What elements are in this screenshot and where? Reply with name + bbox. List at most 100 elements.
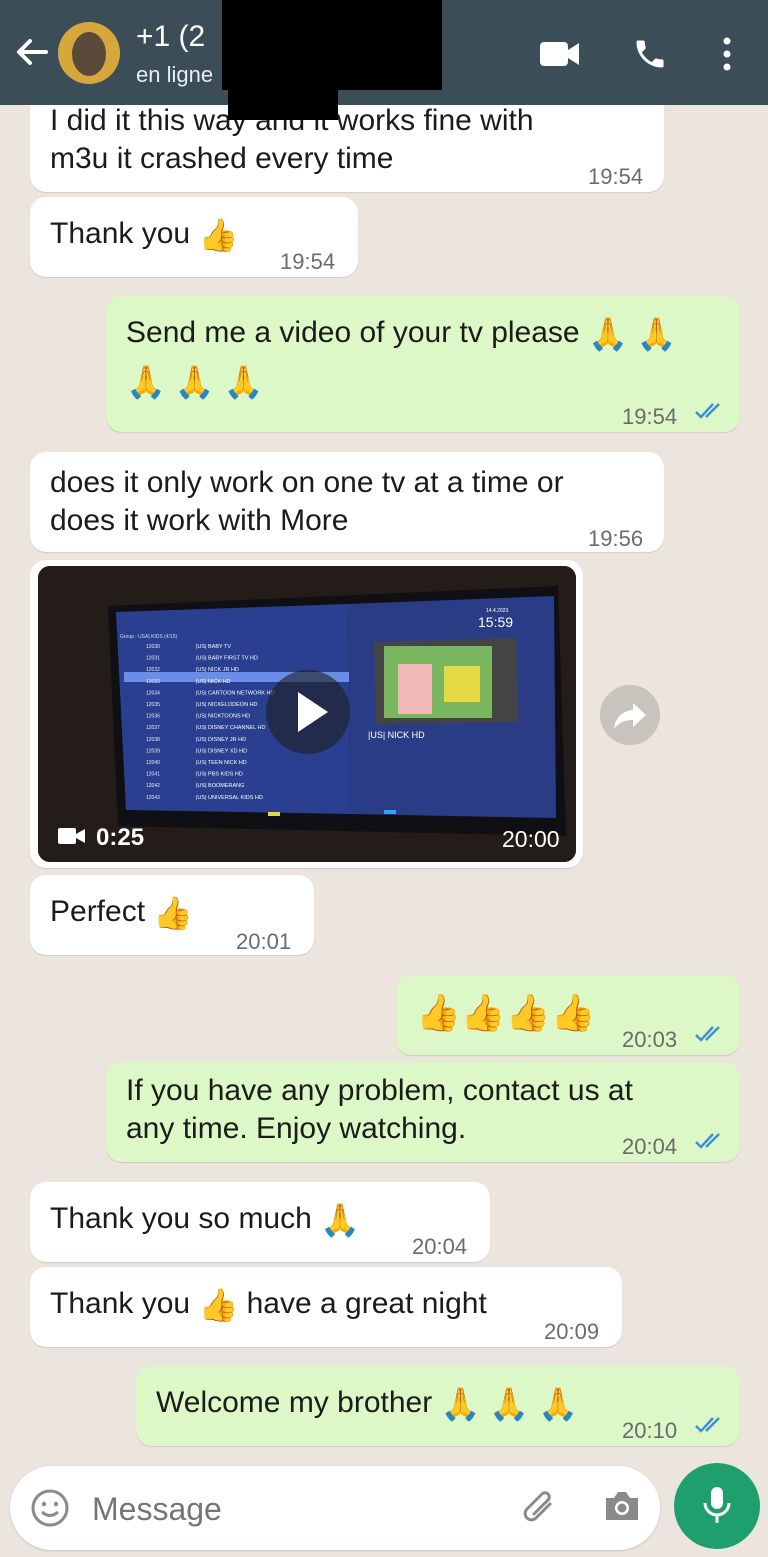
tv-channel-number: 12032 [146, 667, 160, 673]
tv-channel-number: 12039 [146, 748, 160, 754]
more-options-icon[interactable] [720, 36, 734, 77]
voice-call-icon[interactable] [632, 36, 668, 77]
tv-channel-name: |US| BOOMERANG [196, 783, 244, 789]
folded-hands-emoji: 🙏 🙏 [587, 316, 677, 353]
tv-channel-number: 12035 [146, 702, 160, 708]
message-composer [10, 1466, 660, 1550]
tv-channel-name: |US| NICKTOONS HD [196, 714, 250, 720]
tv-channel-number: 12042 [146, 783, 160, 789]
camera-icon[interactable] [602, 1488, 642, 1524]
tv-channel-name: |US| NICKELODEON HD [196, 702, 258, 708]
folded-hands-emoji: 🙏 [320, 1202, 360, 1239]
tv-channel-name: |US| NICK JR HD [196, 667, 239, 673]
message-text: Thank you [50, 217, 191, 250]
contact-avatar[interactable] [58, 22, 120, 84]
tv-channel-number: 12038 [146, 737, 160, 743]
tv-channel-number: 12037 [146, 725, 160, 731]
message-time: 20:09 [544, 1319, 600, 1344]
message-content: Thank you so much 🙏 [50, 1200, 360, 1239]
tv-channel-name: |US| TEEN NICK HD [196, 760, 247, 766]
message-incoming[interactable]: Thank you 👍 have a great night 20:09 [30, 1267, 622, 1347]
message-outgoing[interactable]: If you have any problem, contact us at a… [106, 1062, 740, 1162]
message-text: Welcome my brother [156, 1386, 433, 1419]
message-text: Thank you [50, 1287, 191, 1320]
message-text: does it work with More [50, 504, 349, 537]
message-content: 👍👍👍👍 [416, 993, 595, 1032]
tv-channel-name: |US| DISNEY JR HD [196, 737, 246, 743]
message-incoming[interactable]: Thank you 👍 19:54 [30, 197, 358, 277]
tv-channel-number: 12041 [146, 772, 160, 778]
message-content: Perfect 👍 [50, 893, 193, 932]
message-time: 19:54 [622, 404, 678, 429]
tv-channel-label: |US| NICK HD [368, 730, 425, 740]
tv-channel-name: |US| PBS KIDS HD [196, 772, 243, 778]
message-text: any time. Enjoy watching. [126, 1112, 467, 1145]
message-time: 19:54 [588, 164, 644, 189]
message-text: m3u it crashed every time [50, 142, 394, 175]
message-outgoing[interactable]: 👍👍👍👍 20:03 [396, 975, 740, 1055]
message-time: 19:54 [280, 249, 336, 274]
back-arrow-icon[interactable] [14, 32, 50, 72]
message-incoming[interactable]: does it only work on one tv at a time or… [30, 452, 664, 552]
tv-channel-name: |US| UNIVERSAL KIDS HD [196, 795, 263, 801]
tv-channel-number: 12040 [146, 760, 160, 766]
message-time: 20:00 [502, 826, 560, 852]
forward-button[interactable] [600, 685, 660, 745]
contact-name[interactable]: +1 (2 [136, 20, 205, 54]
tv-channel-name: |US| BABY FIRST TV HD [196, 656, 258, 662]
video-camera-icon [58, 828, 85, 844]
chat-header: +1 (2 en ligne [0, 0, 768, 120]
play-button[interactable] [266, 670, 350, 754]
message-content: 🙏 🙏 🙏 [126, 362, 263, 401]
tv-channel-name: |US| BABY TV [196, 644, 231, 650]
message-outgoing[interactable]: Send me a video of your tv please 🙏 🙏 🙏 … [106, 296, 740, 432]
tv-channel-number: 12043 [146, 795, 160, 801]
read-receipt-icon [695, 1133, 720, 1149]
tv-group-label: Group : USA| KIDS (4/15) [120, 634, 177, 640]
folded-hands-emoji: 🙏 🙏 🙏 [126, 364, 264, 401]
read-receipt-icon [695, 403, 720, 419]
tv-channel-number: 12036 [146, 714, 160, 720]
video-message[interactable]: 15:59 14.4.2023 |US| NICK HD Group : USA… [30, 560, 583, 868]
message-incoming[interactable]: Perfect 👍 20:01 [30, 875, 314, 955]
message-text: does it only work on one tv at a time or [50, 466, 564, 499]
thumbs-up-emoji: 👍 [153, 895, 194, 932]
tv-channel-name: |US| DISNEY XD HD [196, 748, 247, 754]
tv-channel-number: 12034 [146, 690, 160, 696]
message-text: Thank you so much [50, 1202, 312, 1235]
message-outgoing[interactable]: Welcome my brother 🙏 🙏 🙏 20:10 [136, 1366, 740, 1446]
message-time: 20:04 [622, 1134, 678, 1159]
tv-channel-number: 12033 [146, 679, 160, 685]
message-text: have a great night [246, 1287, 487, 1320]
mic-button[interactable] [674, 1463, 760, 1549]
folded-hands-emoji: 🙏 🙏 🙏 [440, 1386, 578, 1423]
message-text: Send me a video of your tv please [126, 316, 580, 349]
forward-arrow-icon [614, 703, 646, 729]
message-time: 20:03 [622, 1027, 678, 1052]
contact-status: en ligne [136, 62, 214, 87]
thumbs-up-emoji: 👍👍👍👍 [416, 992, 596, 1034]
tv-channel-name: |US| CARTOON NETWORK HD [196, 690, 274, 696]
message-input[interactable] [90, 1486, 514, 1532]
tv-clock: 15:59 [478, 614, 513, 630]
message-content: Thank you 👍 have a great night [50, 1285, 487, 1324]
message-text: Perfect [50, 895, 146, 928]
video-duration: 0:25 [96, 824, 145, 851]
attach-icon[interactable] [520, 1486, 560, 1530]
play-icon [298, 692, 328, 732]
tv-channel-number: 12031 [146, 656, 160, 662]
read-receipt-icon [695, 1417, 720, 1433]
tv-channel-number: 12030 [146, 644, 160, 650]
tv-channel-name: |US| DISNEY CHANNEL HD [196, 725, 266, 731]
video-call-icon[interactable] [540, 38, 580, 75]
thumbs-up-emoji: 👍 [198, 1287, 239, 1324]
message-time: 19:56 [588, 526, 644, 551]
tv-date: 14.4.2023 [486, 608, 508, 614]
message-incoming[interactable]: Thank you so much 🙏 20:04 [30, 1182, 490, 1262]
message-time: 20:04 [412, 1234, 468, 1259]
emoji-icon[interactable] [30, 1488, 70, 1528]
message-time: 20:01 [236, 929, 292, 954]
tv-channel-name: |US| NICK HD [196, 679, 231, 685]
message-text: If you have any problem, contact us at [126, 1074, 633, 1107]
message-content: Thank you 👍 [50, 215, 238, 254]
